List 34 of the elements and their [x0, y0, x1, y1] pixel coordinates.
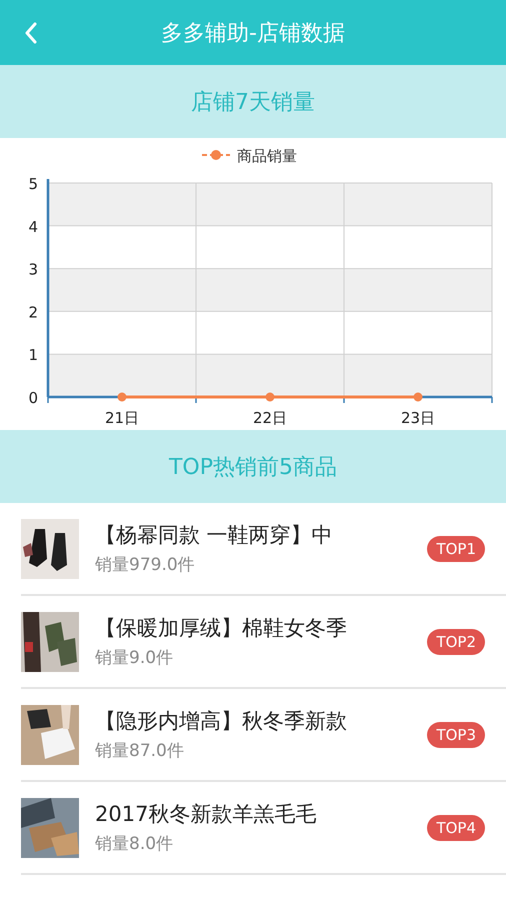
x-axis-label: 21日 [104, 409, 140, 427]
product-title: 【杨幂同款 一鞋两穿】中 [95, 522, 334, 549]
product-row[interactable]: 【保暖加厚绒】棉鞋女冬季 销量9.0件 TOP2 [21, 596, 506, 689]
data-point [266, 392, 274, 402]
data-point [118, 392, 126, 402]
sales-count: 销量8.0件 [95, 833, 174, 855]
y-axis-label: 4 [28, 218, 38, 236]
back-icon[interactable] [24, 22, 38, 44]
y-axis-label: 5 [28, 175, 38, 193]
section-title: 店铺7天销量 [191, 88, 315, 116]
rank-badge: TOP2 [427, 628, 485, 654]
product-row[interactable]: 【隐形内增高】秋冬季新款 销量87.0件 TOP3 [21, 689, 506, 782]
sales-count: 销量87.0件 [95, 740, 185, 762]
sales-count: 销量9.0件 [95, 647, 174, 669]
product-title: 2017秋冬新款羊羔毛毛 [95, 801, 318, 828]
data-point [414, 392, 422, 402]
rank-badge: TOP1 [427, 536, 485, 562]
page-title: 多多辅助-店铺数据 [161, 20, 345, 48]
rank-badge: TOP3 [427, 722, 485, 748]
x-axis-label: 22日 [252, 409, 288, 427]
product-row[interactable]: 【杨幂同款 一鞋两穿】中 销量979.0件 TOP1 [21, 503, 506, 596]
legend-label: 商品销量 [237, 147, 297, 165]
product-row[interactable]: 2017秋冬新款羊羔毛毛 销量8.0件 TOP4 [21, 782, 506, 875]
product-title: 【保暖加厚绒】棉鞋女冬季 [95, 615, 348, 642]
y-axis-label: 2 [28, 303, 38, 322]
section-title: TOP热销前5商品 [168, 454, 338, 482]
legend-icon [202, 150, 230, 160]
rank-badge: TOP4 [427, 814, 485, 840]
y-axis-label: 3 [28, 260, 38, 279]
product-title: 【隐形内增高】秋冬季新款 [95, 708, 348, 735]
sales-count: 销量979.0件 [95, 554, 196, 576]
x-axis-label: 23日 [400, 409, 436, 427]
y-axis-label: 1 [28, 346, 38, 364]
y-axis-label: 0 [28, 389, 38, 407]
